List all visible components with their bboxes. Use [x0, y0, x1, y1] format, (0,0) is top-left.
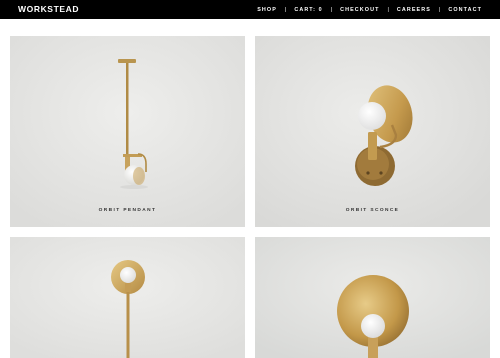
top-navigation-bar: WORKSTEAD SHOP | CART: 0 | CHECKOUT | CA… [0, 0, 500, 19]
disc-sconce-image [255, 237, 490, 358]
nav-contact-link[interactable]: CONTACT [448, 6, 482, 14]
nav-separator: | [438, 7, 441, 13]
product-tile-floor-lamp[interactable] [10, 237, 245, 358]
nav-cart-link[interactable]: CART: 0 [294, 6, 322, 14]
product-tile-orbit-pendant[interactable]: ORBIT PENDANT [10, 36, 245, 227]
nav-separator: | [330, 7, 333, 13]
floor-lamp-image [10, 237, 245, 358]
nav-careers-link[interactable]: CAREERS [397, 6, 431, 14]
main-nav: SHOP | CART: 0 | CHECKOUT | CAREERS | CO… [257, 6, 482, 14]
product-name[interactable]: ORBIT SCONCE [255, 207, 490, 214]
nav-checkout-link[interactable]: CHECKOUT [340, 6, 379, 14]
product-tile-orbit-sconce[interactable]: ORBIT SCONCE [255, 36, 490, 227]
orbit-sconce-image [255, 36, 490, 227]
site-logo[interactable]: WORKSTEAD [18, 4, 79, 15]
nav-separator: | [387, 7, 389, 13]
product-tile-disc-sconce[interactable] [255, 237, 490, 358]
orbit-pendant-image [10, 36, 245, 227]
nav-shop-link[interactable]: SHOP [257, 6, 277, 14]
product-name[interactable]: ORBIT PENDANT [10, 207, 245, 214]
nav-separator: | [284, 7, 287, 13]
